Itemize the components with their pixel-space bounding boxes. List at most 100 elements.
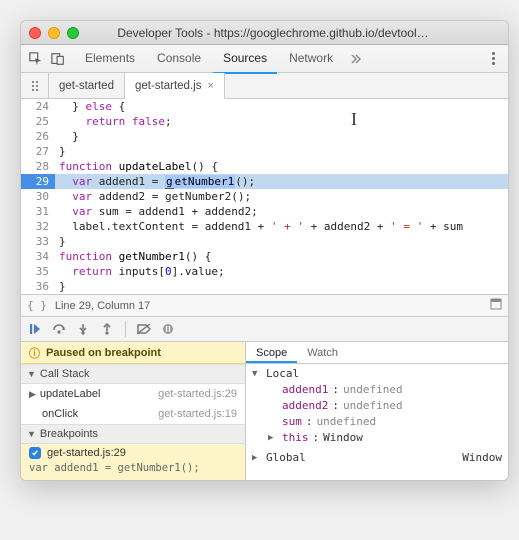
scope-tabs: Scope Watch bbox=[246, 342, 508, 364]
scope-global-header[interactable]: ▶Global Window bbox=[252, 450, 502, 466]
code-line[interactable]: 34function getNumber1() { bbox=[21, 249, 508, 264]
deactivate-breakpoints-icon[interactable] bbox=[136, 321, 152, 337]
tab-watch[interactable]: Watch bbox=[297, 342, 348, 363]
inspect-icon[interactable] bbox=[27, 50, 45, 68]
call-stack-frame[interactable]: onClickget-started.js:19 bbox=[21, 404, 245, 424]
tab-console[interactable]: Console bbox=[147, 44, 211, 74]
scope-variable[interactable]: sum: undefined bbox=[252, 414, 502, 430]
code-text[interactable]: return false; bbox=[55, 114, 508, 129]
code-text[interactable]: var addend1 = getNumber1(); bbox=[55, 174, 508, 189]
code-line[interactable]: 30 var addend2 = getNumber2(); bbox=[21, 189, 508, 204]
line-number[interactable]: 26 bbox=[21, 129, 55, 144]
disclosure-triangle-icon: ▼ bbox=[27, 429, 36, 439]
window-title: Developer Tools - https://googlechrome.g… bbox=[86, 26, 500, 40]
scope-variable[interactable]: addend2: undefined bbox=[252, 398, 502, 414]
line-number[interactable]: 30 bbox=[21, 189, 55, 204]
panel-tabs: Elements Console Sources Network bbox=[75, 44, 343, 74]
line-number[interactable]: 36 bbox=[21, 279, 55, 294]
more-tabs-icon[interactable] bbox=[347, 50, 365, 68]
coverage-icon[interactable] bbox=[490, 298, 502, 313]
step-into-icon[interactable] bbox=[75, 321, 91, 337]
code-text[interactable]: function getNumber1() { bbox=[55, 249, 508, 264]
navigator-toggle-icon[interactable] bbox=[25, 73, 49, 98]
editor-status-bar: { } Line 29, Column 17 bbox=[21, 294, 508, 316]
pause-on-exceptions-icon[interactable] bbox=[160, 321, 176, 337]
paused-label: Paused on breakpoint bbox=[46, 347, 161, 359]
code-text[interactable]: var sum = addend1 + addend2; bbox=[55, 204, 508, 219]
scope-body: ▼Local addend1: undefinedaddend2: undefi… bbox=[246, 364, 508, 468]
code-line[interactable]: 29 var addend1 = getNumber1(); bbox=[21, 174, 508, 189]
main-toolbar: Elements Console Sources Network bbox=[21, 45, 508, 73]
file-tab-bar: get-started get-started.js × bbox=[21, 73, 508, 99]
code-line[interactable]: 35 return inputs[0].value; bbox=[21, 264, 508, 279]
step-over-icon[interactable] bbox=[51, 321, 67, 337]
code-text[interactable]: function updateLabel() { bbox=[55, 159, 508, 174]
kebab-menu-icon[interactable] bbox=[484, 50, 502, 68]
scope-this[interactable]: ▶this: Window bbox=[252, 430, 502, 446]
devtools-window: Developer Tools - https://googlechrome.g… bbox=[20, 20, 509, 481]
scope-variable[interactable]: addend1: undefined bbox=[252, 382, 502, 398]
zoom-icon[interactable] bbox=[67, 27, 79, 39]
minimize-icon[interactable] bbox=[48, 27, 60, 39]
debugger-right-pane: Scope Watch ▼Local addend1: undefinedadd… bbox=[246, 342, 508, 480]
checkbox-checked-icon[interactable] bbox=[29, 447, 41, 459]
code-text[interactable]: } bbox=[55, 234, 508, 249]
code-line[interactable]: 28function updateLabel() { bbox=[21, 159, 508, 174]
device-toggle-icon[interactable] bbox=[49, 50, 67, 68]
titlebar[interactable]: Developer Tools - https://googlechrome.g… bbox=[21, 21, 508, 45]
disclosure-triangle-icon: ▼ bbox=[27, 369, 36, 379]
tab-sources[interactable]: Sources bbox=[213, 44, 277, 74]
file-tab-label: get-started bbox=[59, 80, 114, 92]
line-number[interactable]: 24 bbox=[21, 99, 55, 114]
line-number[interactable]: 27 bbox=[21, 144, 55, 159]
pretty-print-icon[interactable]: { } bbox=[27, 299, 47, 312]
debugger-toolbar bbox=[21, 316, 508, 342]
code-text[interactable]: } bbox=[55, 279, 508, 294]
file-tab-label: get-started.js bbox=[135, 80, 201, 92]
line-number[interactable]: 28 bbox=[21, 159, 55, 174]
tab-elements[interactable]: Elements bbox=[75, 44, 145, 74]
code-text[interactable]: var addend2 = getNumber2(); bbox=[55, 189, 508, 204]
breakpoint-code: var addend1 = getNumber1(); bbox=[29, 462, 237, 474]
line-number[interactable]: 34 bbox=[21, 249, 55, 264]
resume-icon[interactable] bbox=[27, 321, 43, 337]
code-line[interactable]: 26 } bbox=[21, 129, 508, 144]
code-line[interactable]: 33} bbox=[21, 234, 508, 249]
line-number[interactable]: 31 bbox=[21, 204, 55, 219]
tab-network[interactable]: Network bbox=[279, 44, 343, 74]
line-number[interactable]: 33 bbox=[21, 234, 55, 249]
line-number[interactable]: 29 bbox=[21, 174, 55, 189]
paused-banner: ⓘ Paused on breakpoint bbox=[21, 342, 245, 364]
file-tab-get-started-js[interactable]: get-started.js × bbox=[124, 73, 225, 99]
info-icon: ⓘ bbox=[29, 345, 40, 361]
code-editor[interactable]: 24 } else {25 return false;26 }27}28func… bbox=[21, 99, 508, 294]
code-line[interactable]: 25 return false; bbox=[21, 114, 508, 129]
code-line[interactable]: 36} bbox=[21, 279, 508, 294]
code-text[interactable]: } else { bbox=[55, 99, 508, 114]
line-number[interactable]: 32 bbox=[21, 219, 55, 234]
code-line[interactable]: 24 } else { bbox=[21, 99, 508, 114]
code-text[interactable]: } bbox=[55, 144, 508, 159]
line-number[interactable]: 35 bbox=[21, 264, 55, 279]
breakpoints-header[interactable]: ▼ Breakpoints bbox=[21, 424, 245, 444]
scope-local-header[interactable]: ▼Local bbox=[252, 366, 502, 382]
traffic-lights bbox=[29, 27, 79, 39]
cursor-position: Line 29, Column 17 bbox=[55, 300, 150, 312]
code-line[interactable]: 31 var sum = addend1 + addend2; bbox=[21, 204, 508, 219]
code-line[interactable]: 27} bbox=[21, 144, 508, 159]
breakpoint-item[interactable]: get-started.js:29 var addend1 = getNumbe… bbox=[21, 444, 245, 480]
code-text[interactable]: } bbox=[55, 129, 508, 144]
close-icon[interactable] bbox=[29, 27, 41, 39]
close-tab-icon[interactable]: × bbox=[207, 80, 213, 92]
call-stack-frame[interactable]: ▶updateLabelget-started.js:29 bbox=[21, 384, 245, 404]
call-stack-header[interactable]: ▼ Call Stack bbox=[21, 364, 245, 384]
code-text[interactable]: label.textContent = addend1 + ' + ' + ad… bbox=[55, 219, 508, 234]
line-number[interactable]: 25 bbox=[21, 114, 55, 129]
breakpoint-label: get-started.js:29 bbox=[47, 447, 126, 459]
debugger-left-pane: ⓘ Paused on breakpoint ▼ Call Stack ▶upd… bbox=[21, 342, 246, 480]
file-tab-get-started[interactable]: get-started bbox=[48, 73, 125, 98]
step-out-icon[interactable] bbox=[99, 321, 115, 337]
code-text[interactable]: return inputs[0].value; bbox=[55, 264, 508, 279]
code-line[interactable]: 32 label.textContent = addend1 + ' + ' +… bbox=[21, 219, 508, 234]
tab-scope[interactable]: Scope bbox=[246, 342, 297, 363]
